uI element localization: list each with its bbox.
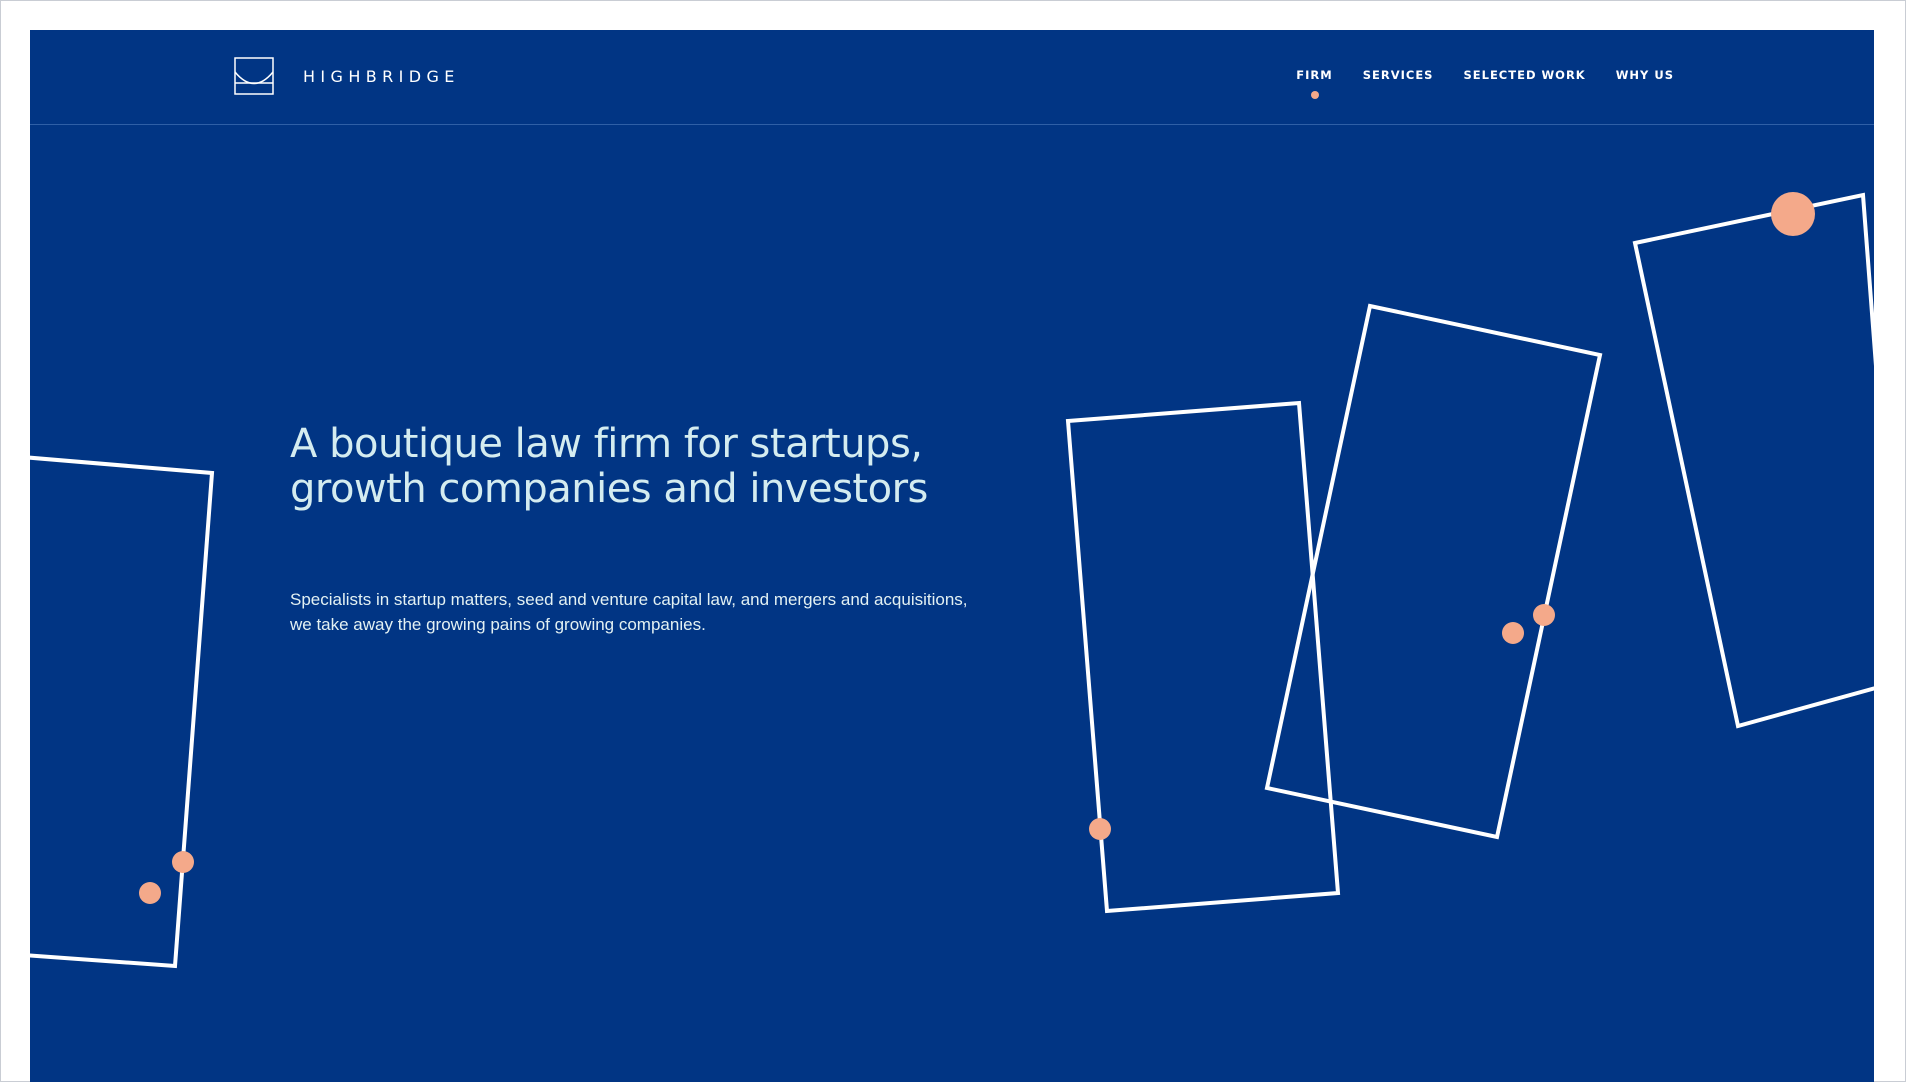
left-door-shape [30, 455, 215, 969]
bridge-arch-logo-icon [234, 57, 274, 95]
hero-title: A boutique law firm for startups, growth… [290, 421, 928, 512]
nav-item-services-label: SERVICES [1362, 68, 1434, 82]
nav-item-why-us[interactable]: WHY US [1616, 68, 1674, 82]
logo-link[interactable]: HIGHBRIDGE [234, 57, 460, 95]
nav-item-selected-work-label: SELECTED WORK [1463, 68, 1586, 82]
tilted-door-shape [1264, 303, 1603, 840]
left-door-dot-1 [172, 851, 194, 873]
site-header: HIGHBRIDGE FIRM SERVICES SELECTED WORK W… [30, 30, 1874, 125]
center-door-dot [1089, 818, 1111, 840]
right-door-dot [1771, 192, 1815, 236]
nav-item-selected-work[interactable]: SELECTED WORK [1463, 68, 1585, 82]
nav-item-why-us-label: WHY US [1615, 68, 1674, 82]
nav-item-firm-label: FIRM [1296, 68, 1333, 82]
nav-item-services[interactable]: SERVICES [1363, 68, 1434, 82]
brand-name: HIGHBRIDGE [303, 66, 460, 86]
left-door-dot-2 [139, 882, 161, 904]
hero-section: HIGHBRIDGE FIRM SERVICES SELECTED WORK W… [30, 30, 1874, 1082]
right-door-shape [1632, 192, 1874, 729]
tilted-door-dot-2 [1502, 622, 1524, 644]
decorative-shapes [30, 192, 1874, 969]
main-nav: FIRM SERVICES SELECTED WORK WHY US [1296, 68, 1674, 99]
active-indicator-dot [1310, 91, 1319, 99]
hero-subtitle: Specialists in startup matters, seed and… [290, 590, 968, 634]
nav-item-firm[interactable]: FIRM [1296, 68, 1333, 99]
tilted-door-dot-1 [1533, 604, 1555, 626]
